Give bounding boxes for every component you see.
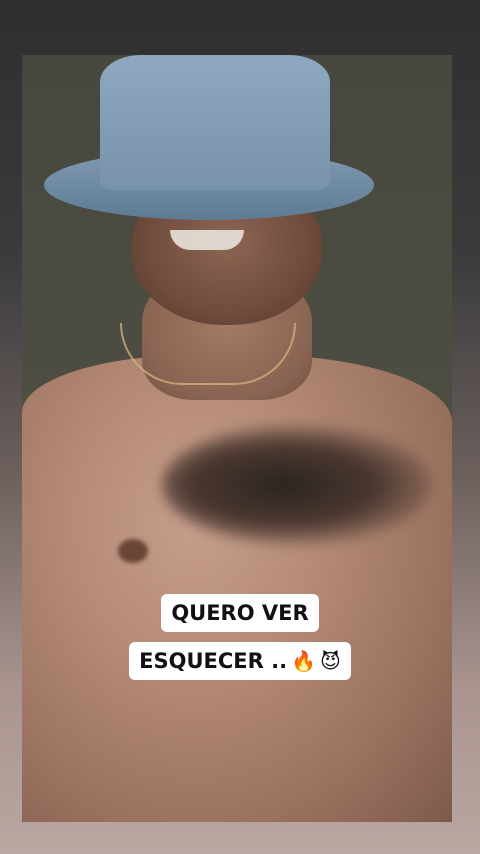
caption-line-1: QUERO VER	[161, 594, 319, 632]
torso-shape	[22, 355, 452, 822]
smile-shape	[170, 230, 244, 250]
caption-line-2: ESQUECER ..	[139, 649, 288, 673]
fire-emoji-icon: 🔥	[291, 649, 316, 673]
chest-detail	[118, 539, 148, 563]
story-photo	[22, 55, 452, 822]
caption-line-2-box: ESQUECER .. 🔥 😈	[129, 642, 351, 680]
caption-line-2-wrap: ESQUECER .. 🔥 😈	[0, 642, 480, 680]
devil-emoji-icon: 😈	[319, 649, 341, 673]
bucket-hat-crown	[100, 55, 330, 190]
motion-blur-hand	[162, 425, 432, 545]
story-viewer[interactable]: QUERO VER ESQUECER .. 🔥 😈	[0, 0, 480, 854]
caption-line-1-wrap: QUERO VER	[0, 594, 480, 632]
